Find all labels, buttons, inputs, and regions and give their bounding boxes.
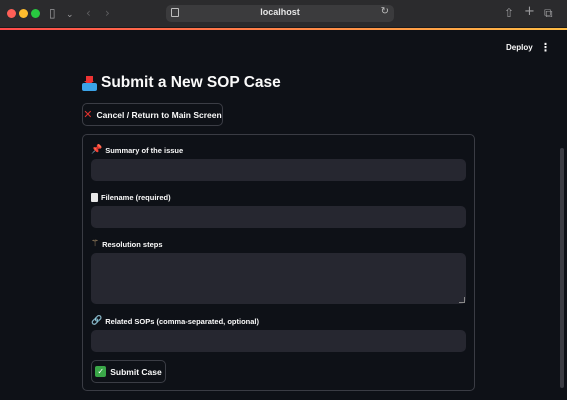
close-window-button[interactable] <box>7 9 16 18</box>
page-title-text: Submit a New SOP Case <box>101 74 281 91</box>
check-mark-icon: ✓ <box>95 366 107 377</box>
related-sops-label: 🔗 Related SOPs (comma-separated, optiona… <box>91 316 260 327</box>
new-tab-icon[interactable]: + <box>524 5 535 19</box>
summary-input[interactable] <box>91 159 466 181</box>
filename-label: Filename (required) <box>91 193 171 202</box>
minimize-window-button[interactable] <box>19 9 28 18</box>
resize-handle[interactable] <box>459 297 465 303</box>
filename-input[interactable] <box>91 206 466 228</box>
cross-mark-icon: ✕ <box>83 108 93 121</box>
related-sops-input[interactable] <box>91 330 466 352</box>
zoom-window-button[interactable] <box>31 9 40 18</box>
deploy-button[interactable]: Deploy <box>500 41 539 57</box>
back-icon[interactable]: ‹ <box>86 6 91 20</box>
inbox-tray-icon <box>82 75 97 91</box>
link-icon: 🔗 <box>91 316 103 326</box>
tab-overview-icon[interactable]: ⧉ <box>544 6 553 20</box>
submit-button-label: Submit Case <box>110 366 162 377</box>
browser-toolbar: ▯ ⌄ ‹ › localhost ↻ ⇧ + ⧉ <box>0 0 567 28</box>
cancel-button-label: Cancel / Return to Main Screen <box>96 109 222 120</box>
address-bar[interactable]: localhost ↻ <box>166 5 394 22</box>
sidebar-icon[interactable]: ▯ <box>49 6 56 20</box>
page-icon <box>91 193 98 202</box>
pushpin-icon: 📌 <box>91 145 103 155</box>
summary-label: 📌 Summary of the issue <box>91 145 184 156</box>
share-icon[interactable]: ⇧ <box>504 6 514 20</box>
chevron-down-icon[interactable]: ⌄ <box>66 8 74 22</box>
resolution-steps-textarea[interactable] <box>91 253 466 304</box>
magic-wand-icon: ⚚ <box>91 239 100 249</box>
reload-icon[interactable]: ↻ <box>381 6 389 17</box>
forward-icon[interactable]: › <box>105 6 110 20</box>
vertical-ellipsis-icon[interactable]: ⋮ <box>540 41 551 55</box>
submit-case-button[interactable]: ✓ Submit Case <box>91 360 166 383</box>
header-accent-bar <box>0 28 567 30</box>
url-text: localhost <box>260 7 300 17</box>
scrollbar[interactable] <box>560 148 564 388</box>
cancel-button[interactable]: ✕ Cancel / Return to Main Screen <box>82 103 223 126</box>
page-title: Submit a New SOP Case <box>82 74 281 92</box>
resolution-steps-label: ⚚ Resolution steps <box>91 239 163 250</box>
